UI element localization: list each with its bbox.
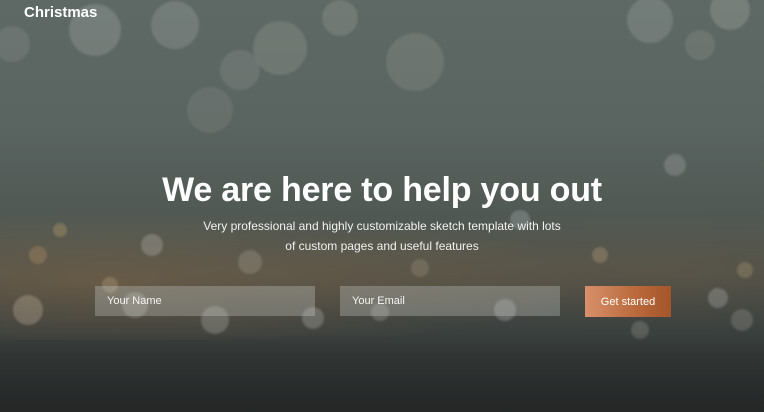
bokeh-light [627,0,673,43]
bokeh-light [220,50,260,90]
bokeh-light [151,1,199,49]
brand-logo[interactable]: Christmas [24,4,97,22]
email-input[interactable] [340,286,560,316]
hero-title: We are here to help you out [162,171,602,209]
bokeh-light [710,0,750,30]
bokeh-light [386,33,444,91]
bokeh-light [322,0,358,36]
bokeh-light [685,30,715,60]
landing-page: Christmas We are here to help you out Ve… [0,0,764,412]
hero-subtitle-line-2: of custom pages and useful features [285,239,479,253]
name-input[interactable] [95,286,315,316]
hero-subtitle: Very professional and highly customizabl… [182,216,582,256]
bokeh-light [0,26,30,62]
table-surface [0,332,764,412]
bokeh-light [187,87,233,133]
get-started-button[interactable]: Get started [585,286,671,317]
bokeh-light [253,21,307,75]
hero-section: We are here to help you out Very profess… [0,168,764,256]
hero-subtitle-line-1: Very professional and highly customizabl… [203,219,561,233]
